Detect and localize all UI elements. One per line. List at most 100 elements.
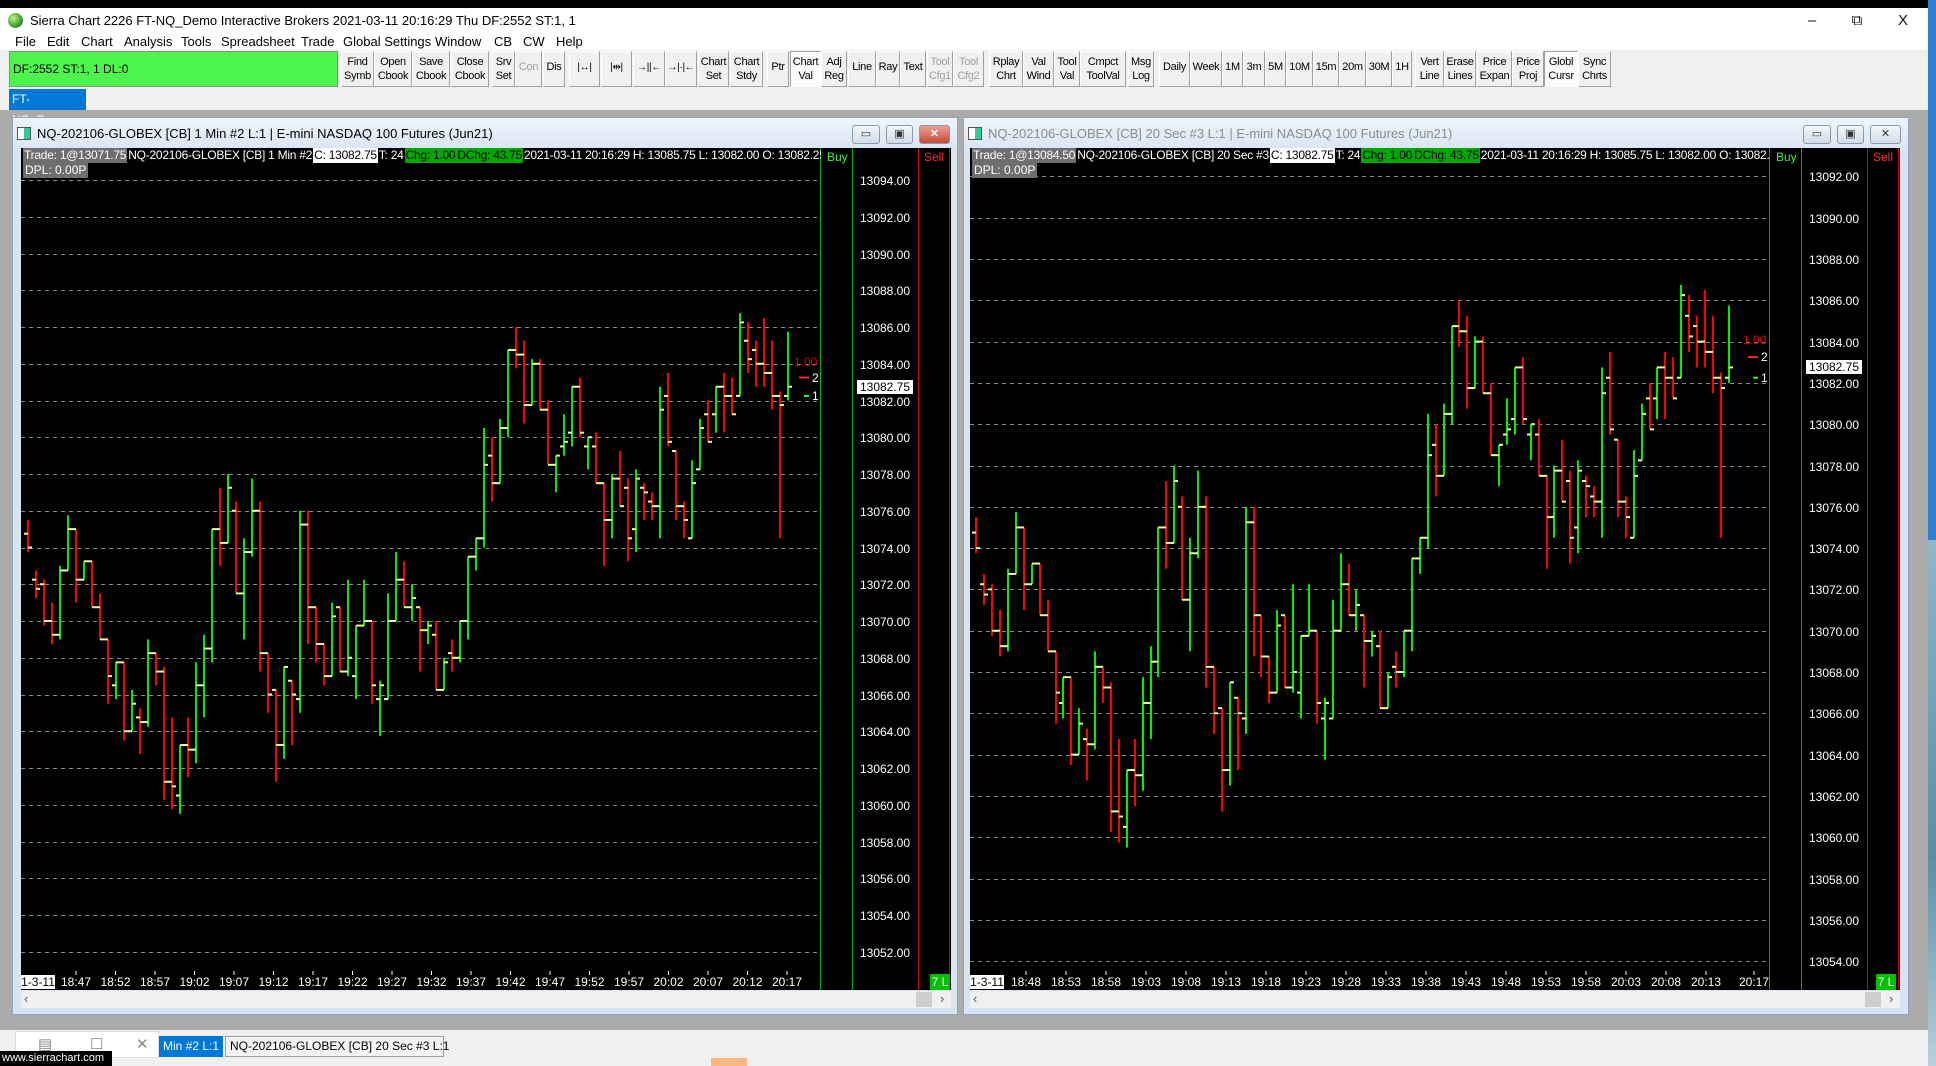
chart-close-button[interactable]: ✕ [919,125,950,144]
scroll-right-arrow-icon[interactable]: › [940,991,944,1006]
line-button[interactable]: Line [848,51,876,87]
menu-item-spreadsheet[interactable]: Spreadsheet [221,34,295,49]
bar-open-tick [1028,583,1032,586]
bar-high-low-range [1197,470,1199,559]
window-tab-20sec-chart[interactable]: NQ-202106-GLOBEX [CB] 20 Sec #3 L:1 [225,1036,449,1057]
chart-minimize-button[interactable]: ▭ [852,125,880,144]
chartbook-tab[interactable]: FT-NQ_Demo [9,89,86,127]
horizontal-scrollbar[interactable]: ‹ › [21,991,951,1008]
close-icon[interactable]: ✕ [136,1035,149,1053]
bar-close-tick [1515,366,1519,369]
con-button[interactable]: Con [515,51,542,87]
menu-item-global-settings[interactable]: Global Settings [343,34,431,49]
time-axis-label: 20:08 [1650,975,1682,989]
menu-item-trade[interactable]: Trade [301,34,334,49]
ohlc-bar [1107,682,1115,833]
15m-button[interactable]: 15m [1313,51,1339,87]
rplay-chrt-button[interactable]: Rplay Chrt [989,51,1023,87]
dis-button[interactable]: Dis [543,51,565,87]
open-cbook-button[interactable]: Open Cbook [374,51,412,87]
10m-button[interactable]: 10M [1286,51,1313,87]
price-chart-canvas[interactable] [21,148,951,990]
week-button[interactable]: Week [1190,51,1222,87]
tool-cfg2-button[interactable]: Tool Cfg2 [953,51,984,87]
close-cbook-button[interactable]: Close Cbook [451,51,489,87]
menu-item-help[interactable]: Help [556,34,583,49]
price-expan-button[interactable]: Price Expan [1477,51,1512,87]
menu-item-file[interactable]: File [15,34,36,49]
ptr-button[interactable]: Ptr [767,51,789,87]
text-button[interactable]: Text [900,51,926,87]
cmpct-toolval-button[interactable]: Cmpct ToolVal [1080,51,1126,87]
close-button[interactable]: X [1883,10,1923,32]
3m-button[interactable]: 3m [1243,51,1265,87]
chart-close-button[interactable]: ✕ [1870,125,1901,144]
minimize-button[interactable]: – [1792,10,1832,32]
val-wind-button[interactable]: Val Wind [1023,51,1054,87]
chart-val-button[interactable]: Chart Val [790,51,821,87]
20m-button[interactable]: 20m [1339,51,1366,87]
ray-button[interactable]: Ray [876,51,900,87]
msg-log-button[interactable]: Msg Log [1128,51,1154,87]
bar-open-tick [1598,500,1602,503]
bar-high-low-range [331,602,333,677]
sell-column-label[interactable]: Sell [1873,150,1893,164]
window-tab-1min-chart[interactable]: Min #2 L:1 [159,1036,223,1057]
5m-button[interactable]: 5M [1265,51,1286,87]
chart-minimize-button[interactable]: ▭ [1803,125,1831,144]
1m-button[interactable]: 1M [1222,51,1243,87]
adj-reg-button[interactable]: Adj Reg [821,51,847,87]
bar-open-tick [1606,376,1610,379]
buy-column-label[interactable]: Buy [1776,150,1797,164]
30m-button[interactable]: 30M [1366,51,1392,87]
price-chart-canvas[interactable] [970,148,1900,990]
menu-item-chart[interactable]: Chart [81,34,113,49]
restore-button[interactable]: ⧉ [1837,10,1877,32]
chart-restore-button[interactable]: ▣ [1837,125,1864,144]
menu-item-window[interactable]: Window [435,34,481,49]
scroll-left-arrow-icon[interactable]: ‹ [24,991,28,1006]
chart-area[interactable]: 13092.00 13090.00 13088.00 13086.00 13084.00… [970,148,1900,990]
menu-item-cw[interactable]: CW [523,34,545,49]
tool-val-button[interactable]: Tool Val [1054,51,1080,87]
menu-item-edit[interactable]: Edit [47,34,69,49]
horizontal-scrollbar[interactable]: ‹ › [970,991,1900,1008]
vert-line-button[interactable]: Vert Line [1415,51,1444,87]
chart-window-title-bar[interactable]: NQ-202106-GLOBEX [CB] 1 Min #2 L:1 | E-m… [13,118,957,147]
price-proj-button[interactable]: Price Proj [1512,51,1544,87]
menu-item-analysis[interactable]: Analysis [124,34,172,49]
scrollbar-thumb[interactable] [916,992,932,1007]
chart-window-title-bar[interactable]: NQ-202106-GLOBEX [CB] 20 Sec #3 L:1 | E-… [964,118,1908,147]
increase-bar-spacing-button[interactable]: |⇹| [601,51,632,87]
sync-chrts-button[interactable]: Sync Chrts [1578,51,1611,87]
buy-column-label[interactable]: Buy [827,150,848,164]
srv-set-button[interactable]: Srv Set [492,51,515,87]
bar-high-low-range [779,391,781,539]
menu-item-tools[interactable]: Tools [181,34,211,49]
menu-item-cb[interactable]: CB [494,34,512,49]
find-symb-button[interactable]: Find Symb [341,51,374,87]
1h-button[interactable]: 1H [1392,51,1412,87]
tool-cfg1-button[interactable]: Tool Cfg1 [927,51,953,87]
save-cbook-button[interactable]: Save Cbook [412,51,450,87]
decrease-bar-spacing-button[interactable]: |↔| [569,51,600,87]
compress-bars-button[interactable]: →||← [633,51,665,87]
ohlc-bar [1440,403,1448,477]
chart-window-1min[interactable]: NQ-202106-GLOBEX [CB] 1 Min #2 L:1 | E-m… [12,117,958,1015]
bar-close-tick [596,482,600,485]
compress-bars-fill-button[interactable]: →|·|← [665,51,697,87]
erase-lines-button[interactable]: Erase Lines [1444,51,1476,87]
chart-area[interactable]: 13094.00 13092.00 13090.00 13088.00 13086.00… [21,148,951,990]
sell-column-label[interactable]: Sell [924,150,944,164]
daily-button[interactable]: Daily [1159,51,1190,87]
bar-open-tick [1717,376,1721,379]
scrollbar-thumb[interactable] [1865,992,1881,1007]
chart-window-20sec[interactable]: NQ-202106-GLOBEX [CB] 20 Sec #3 L:1 | E-… [963,117,1909,1015]
taskbar-app-icon[interactable] [711,1058,747,1066]
chart-restore-button[interactable]: ▣ [886,125,913,144]
globl-cursr-button[interactable]: Globl Cursr [1544,51,1578,87]
scroll-left-arrow-icon[interactable]: ‹ [973,991,977,1006]
chart-stdy-button[interactable]: Chart Stdy [730,51,763,87]
chart-set-button[interactable]: Chart Set [698,51,729,87]
scroll-right-arrow-icon[interactable]: › [1889,991,1893,1006]
